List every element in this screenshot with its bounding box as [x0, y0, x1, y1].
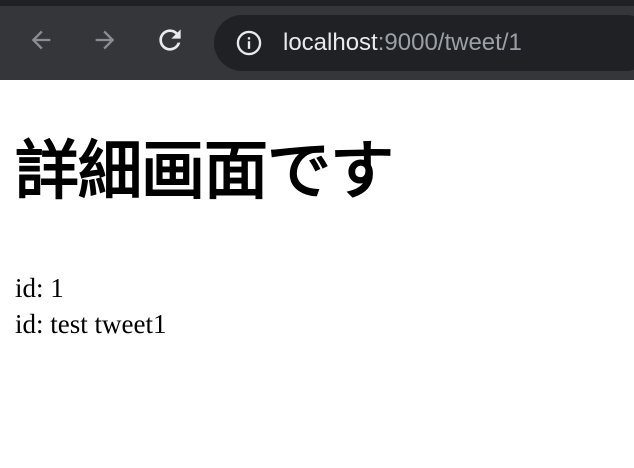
tweet-text-line: id: test tweet1	[15, 309, 167, 339]
url-host: localhost	[283, 29, 378, 56]
address-bar[interactable]: localhost:9000/tweet/1	[214, 15, 634, 71]
page-content: 詳細画面です id: 1 id: test tweet1	[0, 134, 634, 342]
page-title: 詳細画面です	[15, 136, 394, 207]
reload-icon	[159, 29, 181, 51]
detail-lines: id: 1 id: test tweet1	[15, 270, 634, 342]
url-text[interactable]: localhost:9000/tweet/1	[283, 29, 522, 57]
tweet-id-line: id: 1	[15, 273, 64, 303]
back-button[interactable]	[24, 23, 58, 57]
arrow-left-icon	[31, 30, 51, 50]
browser-toolbar: localhost:9000/tweet/1	[0, 0, 634, 80]
forward-button[interactable]	[88, 23, 122, 57]
url-path: :9000/tweet/1	[377, 29, 522, 56]
arrow-right-icon	[95, 30, 115, 50]
reload-button[interactable]	[153, 23, 187, 57]
info-icon[interactable]	[235, 29, 263, 57]
